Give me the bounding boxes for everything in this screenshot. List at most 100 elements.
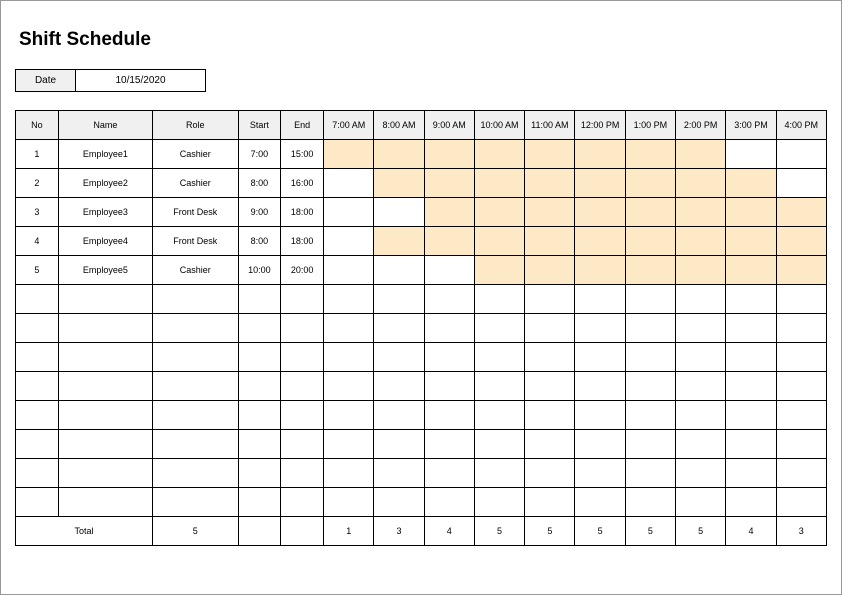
col-hour-2: 9:00 AM [424, 111, 474, 140]
table-row-empty [16, 285, 827, 314]
cell-start: 8:00 [238, 169, 281, 198]
col-end: End [281, 111, 324, 140]
empty-cell [474, 285, 524, 314]
hour-cell [625, 140, 675, 169]
empty-cell [374, 372, 424, 401]
table-row-empty [16, 314, 827, 343]
hour-cell [324, 140, 374, 169]
empty-cell [474, 459, 524, 488]
empty-cell [16, 430, 59, 459]
cell-role: Front Desk [152, 198, 238, 227]
hour-cell [676, 198, 726, 227]
empty-cell [374, 314, 424, 343]
empty-cell [424, 285, 474, 314]
hour-cell [525, 198, 575, 227]
empty-cell [776, 401, 826, 430]
empty-cell [424, 488, 474, 517]
empty-cell [324, 401, 374, 430]
empty-cell [152, 459, 238, 488]
empty-cell [625, 372, 675, 401]
hour-cell [525, 169, 575, 198]
empty-cell [152, 401, 238, 430]
col-role: Role [152, 111, 238, 140]
cell-role: Cashier [152, 140, 238, 169]
empty-cell [281, 459, 324, 488]
hour-cell [575, 198, 625, 227]
header-row: No Name Role Start End 7:00 AM8:00 AM9:0… [16, 111, 827, 140]
cell-no: 3 [16, 198, 59, 227]
empty-cell [776, 459, 826, 488]
table-row: 2Employee2Cashier8:0016:00 [16, 169, 827, 198]
total-blank [238, 517, 281, 546]
empty-cell [726, 401, 776, 430]
empty-cell [152, 285, 238, 314]
empty-cell [424, 401, 474, 430]
total-hour-0: 1 [324, 517, 374, 546]
schedule-table: No Name Role Start End 7:00 AM8:00 AM9:0… [15, 110, 827, 546]
empty-cell [676, 314, 726, 343]
empty-cell [575, 401, 625, 430]
empty-cell [726, 488, 776, 517]
hour-cell [575, 169, 625, 198]
hour-cell [676, 227, 726, 256]
hour-cell [575, 140, 625, 169]
col-hour-8: 3:00 PM [726, 111, 776, 140]
empty-cell [676, 285, 726, 314]
col-hour-4: 11:00 AM [525, 111, 575, 140]
hour-cell [474, 169, 524, 198]
cell-name: Employee4 [58, 227, 152, 256]
cell-role: Front Desk [152, 227, 238, 256]
empty-cell [58, 372, 152, 401]
empty-cell [324, 459, 374, 488]
empty-cell [726, 285, 776, 314]
empty-cell [152, 372, 238, 401]
hour-cell [374, 198, 424, 227]
empty-cell [474, 401, 524, 430]
total-hour-6: 5 [625, 517, 675, 546]
hour-cell [776, 256, 826, 285]
hour-cell [474, 256, 524, 285]
cell-start: 7:00 [238, 140, 281, 169]
empty-cell [575, 343, 625, 372]
empty-cell [424, 430, 474, 459]
hour-cell [525, 227, 575, 256]
empty-cell [374, 401, 424, 430]
empty-cell [238, 285, 281, 314]
hour-cell [676, 140, 726, 169]
empty-cell [374, 285, 424, 314]
empty-cell [281, 401, 324, 430]
table-row: 5Employee5Cashier10:0020:00 [16, 256, 827, 285]
empty-cell [374, 459, 424, 488]
empty-cell [474, 430, 524, 459]
empty-cell [726, 430, 776, 459]
empty-cell [525, 314, 575, 343]
hour-cell [474, 227, 524, 256]
hour-cell [424, 140, 474, 169]
hour-cell [525, 140, 575, 169]
empty-cell [525, 430, 575, 459]
total-hour-9: 3 [776, 517, 826, 546]
col-hour-0: 7:00 AM [324, 111, 374, 140]
total-hour-1: 3 [374, 517, 424, 546]
cell-start: 9:00 [238, 198, 281, 227]
empty-cell [474, 314, 524, 343]
empty-cell [625, 343, 675, 372]
empty-cell [575, 314, 625, 343]
empty-cell [16, 285, 59, 314]
empty-cell [16, 314, 59, 343]
cell-no: 1 [16, 140, 59, 169]
empty-cell [525, 343, 575, 372]
cell-role: Cashier [152, 256, 238, 285]
total-blank [281, 517, 324, 546]
empty-cell [238, 343, 281, 372]
hour-cell [424, 198, 474, 227]
empty-cell [474, 372, 524, 401]
table-row: 3Employee3Front Desk9:0018:00 [16, 198, 827, 227]
empty-cell [281, 488, 324, 517]
empty-cell [374, 430, 424, 459]
col-hour-3: 10:00 AM [474, 111, 524, 140]
hour-cell [625, 256, 675, 285]
table-row-empty [16, 459, 827, 488]
empty-cell [776, 343, 826, 372]
empty-cell [676, 343, 726, 372]
